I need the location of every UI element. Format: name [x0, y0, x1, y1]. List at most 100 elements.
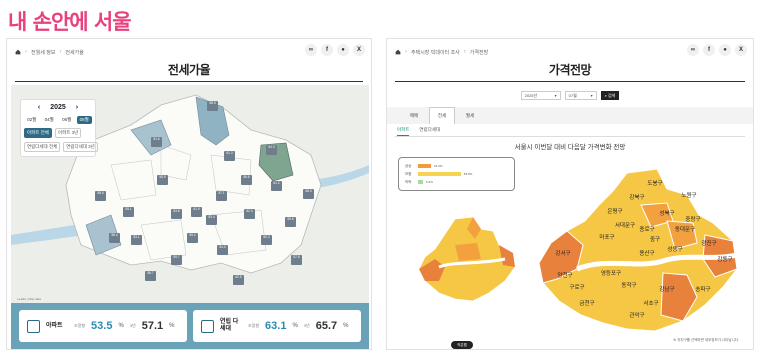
breadcrumb-item[interactable]: 가격전망: [470, 49, 488, 56]
seoul-map[interactable]: 58.9 51.6 54.3 61.3 55.9 53.8 58.5 61.2 58.4 57.1…: [11, 85, 369, 303]
district-pin[interactable]: 54.0: [217, 245, 228, 255]
subtab-apartment[interactable]: 아파트: [397, 127, 410, 136]
month-option[interactable]: 04월: [42, 116, 57, 124]
district-pin[interactable]: 58.0: [303, 189, 314, 199]
chat-icon[interactable]: ●: [719, 44, 731, 56]
year-select[interactable]: 2025년 ▾: [520, 91, 561, 100]
search-button[interactable]: ⌕ 검색: [600, 91, 620, 100]
district-pin[interactable]: 59.7: [171, 255, 182, 265]
type-option[interactable]: 아파트 전체: [24, 128, 52, 138]
month-option-active[interactable]: 08월: [76, 116, 92, 124]
district-label[interactable]: 동작구: [621, 282, 636, 289]
district-pin[interactable]: 54.3: [266, 145, 277, 155]
district-label[interactable]: 서대문구: [615, 221, 635, 229]
mini-map[interactable]: [415, 215, 519, 309]
district-forecast-map[interactable]: 도봉구노원구 강북구은평구 성북구중랑구서대문구종로구 동대문구마포구 중구 광진구강서구…: [537, 165, 743, 335]
district-pin[interactable]: 62.5: [233, 275, 244, 285]
district-pin[interactable]: 55.6: [285, 217, 296, 227]
district-pin[interactable]: 61.3: [224, 151, 235, 161]
district-pin[interactable]: 53.1: [131, 235, 142, 245]
district-pin[interactable]: 57.8: [291, 255, 302, 265]
district-pin[interactable]: 51.6: [151, 137, 162, 147]
district-pin[interactable]: 53.8: [171, 209, 182, 219]
district-pin[interactable]: 58.5: [95, 191, 106, 201]
district-label[interactable]: 성동구: [667, 245, 682, 253]
district-label[interactable]: 성북구: [659, 209, 674, 217]
jeonse-ratio-panel: › 전월세 정보 › 전세가율 ∞ f ● X 전세가율 58.9 51.6 54.…: [6, 38, 372, 350]
district-label[interactable]: 강북구: [629, 194, 644, 201]
district-label[interactable]: 금천구: [579, 299, 594, 307]
villa-icon: [201, 319, 214, 333]
district-label[interactable]: 관악구: [629, 311, 644, 319]
stat-unit: %: [292, 323, 298, 329]
district-label[interactable]: 송파구: [695, 285, 710, 293]
month-option[interactable]: 02월: [24, 116, 39, 124]
district-label[interactable]: 강남구: [659, 285, 674, 293]
district-pin[interactable]: 55.9: [157, 175, 168, 185]
district-label[interactable]: 광진구: [701, 239, 716, 247]
subtab-villa[interactable]: 연립다세대: [419, 127, 440, 136]
page-title: 가격전망: [548, 63, 592, 77]
apartment-stat-card: 아파트 조정형 53.5% 3년 57.1%: [19, 310, 187, 342]
filter-bar: 2025년 ▾ 07월 ▾ ⌕ 검색: [387, 91, 753, 100]
district-pin[interactable]: 53.4: [206, 215, 217, 225]
type-option[interactable]: 연립다세대 전체: [24, 142, 61, 152]
tab-wolse[interactable]: 월세: [457, 107, 483, 124]
stat-value: 53.5: [91, 320, 113, 332]
divider: [395, 136, 745, 137]
share-toolbar: ∞ f ● X: [305, 44, 365, 56]
link-icon[interactable]: ∞: [305, 44, 317, 56]
type-option[interactable]: 아파트 3년: [54, 128, 82, 138]
district-pin[interactable]: 58.9: [207, 101, 218, 111]
month-select[interactable]: 07월 ▾: [564, 91, 597, 100]
type-option[interactable]: 연립다세대 3년: [63, 142, 98, 152]
chevron-left-icon[interactable]: ‹: [38, 104, 40, 111]
chevron-down-icon: ▾: [554, 93, 557, 98]
district-pin[interactable]: 60.3: [261, 235, 272, 245]
district-label[interactable]: 용산구: [639, 249, 654, 257]
chevron-right-icon[interactable]: ›: [76, 104, 78, 111]
district-label[interactable]: 도봉구: [647, 180, 662, 187]
x-icon[interactable]: X: [735, 44, 747, 56]
facebook-icon[interactable]: f: [321, 44, 333, 56]
district-label[interactable]: 양천구: [557, 271, 572, 279]
breadcrumb-item[interactable]: 주택시장 빅데이터 조사: [411, 49, 460, 56]
district-label[interactable]: 종로구: [639, 226, 654, 233]
district-pin[interactable]: 56.7: [145, 271, 156, 281]
district-pin[interactable]: 52.3: [244, 209, 255, 219]
district-pin[interactable]: 61.2: [271, 181, 282, 191]
housing-type-tabs: 아파트 연립다세대: [397, 127, 440, 136]
district-label[interactable]: 영등포구: [601, 269, 621, 277]
district-pin[interactable]: 55.1: [123, 207, 134, 217]
district-label[interactable]: 강동구: [717, 256, 732, 263]
district-label[interactable]: 서초구: [643, 299, 658, 307]
district-pin[interactable]: 61.9: [191, 207, 202, 217]
district-label[interactable]: 노원구: [681, 191, 696, 199]
tab-jeonse[interactable]: 전세: [429, 107, 455, 124]
district-pin[interactable]: 56.6: [241, 175, 252, 185]
month-option[interactable]: 06월: [59, 116, 74, 124]
district-label[interactable]: 은평구: [607, 208, 622, 215]
district-label[interactable]: 마포구: [599, 233, 614, 241]
small-map-button[interactable]: 작은맵: [451, 341, 473, 349]
home-icon[interactable]: [15, 49, 21, 55]
district-pin[interactable]: 59.2: [187, 233, 198, 243]
chart-bar: [418, 172, 461, 176]
district-pin[interactable]: 57.1: [216, 191, 227, 201]
district-pin[interactable]: 58.4: [109, 233, 120, 243]
x-icon[interactable]: X: [353, 44, 365, 56]
breadcrumb-item[interactable]: 전월세 정보: [31, 49, 55, 56]
tab-sale[interactable]: 매매: [401, 107, 427, 124]
deal-type-tabs: 매매 전세 월세: [387, 107, 753, 124]
district-label[interactable]: 동대문구: [675, 225, 695, 233]
home-icon[interactable]: [395, 49, 401, 55]
chat-icon[interactable]: ●: [337, 44, 349, 56]
district-label[interactable]: 중랑구: [685, 216, 700, 223]
district-label[interactable]: 구로구: [569, 284, 584, 291]
district-label[interactable]: 강서구: [555, 249, 570, 257]
site-logo[interactable]: 내 손안에 서울: [8, 6, 132, 36]
district-label[interactable]: 중구: [650, 236, 660, 243]
facebook-icon[interactable]: f: [703, 44, 715, 56]
link-icon[interactable]: ∞: [687, 44, 699, 56]
breadcrumb-item[interactable]: 전세가율: [65, 49, 83, 56]
